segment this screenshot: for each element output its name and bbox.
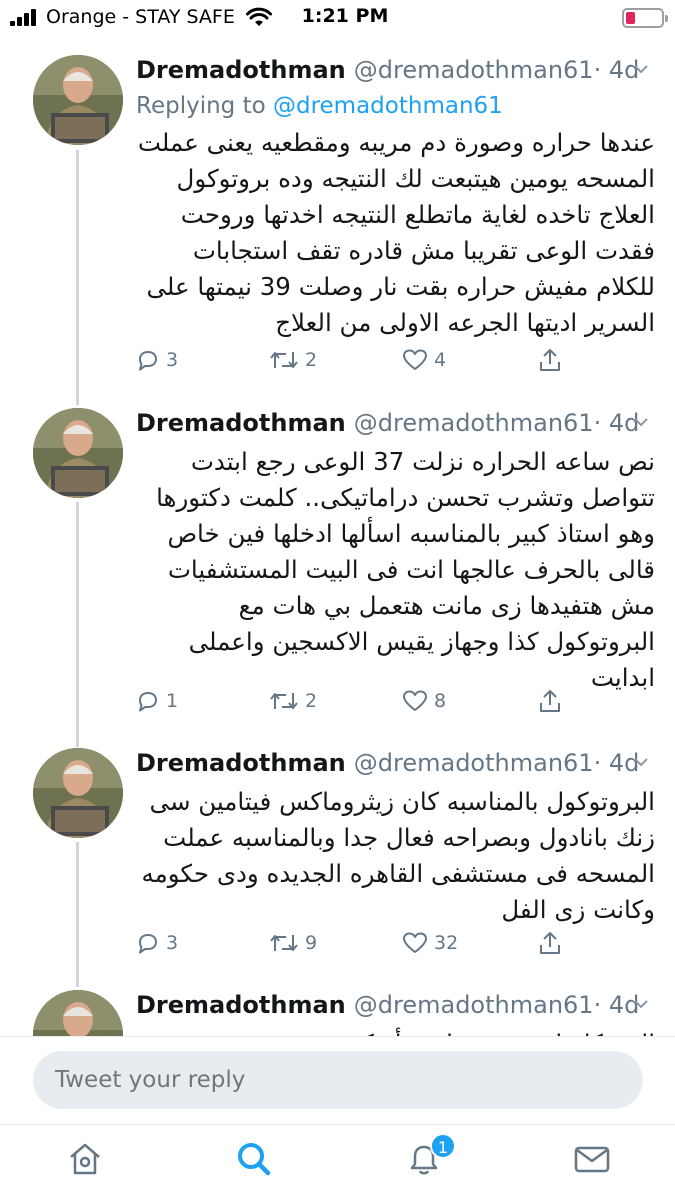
tweet[interactable]: Dremadothman @dremadothman61· 4d Replying… [0, 55, 675, 400]
tweet-text: البروتوكول بالمناسبه كان زيثروماكس فيتام… [141, 787, 655, 924]
status-bar: Orange - STAY SAFE 1:21 PM [0, 0, 675, 40]
display-name[interactable]: Dremadothman [136, 409, 346, 437]
like-count: 8 [434, 690, 447, 712]
like-button[interactable]: 4 [402, 344, 446, 376]
chevron-down-icon[interactable] [633, 754, 649, 770]
avatar[interactable] [33, 55, 123, 145]
retweet-button[interactable]: 9 [269, 927, 317, 959]
reply-count: 3 [166, 349, 179, 371]
notification-badge: 1 [430, 1133, 456, 1159]
heart-icon [403, 690, 427, 711]
reply-button[interactable]: 1 [136, 685, 178, 717]
tweet-header: Dremadothman @dremadothman61· 4d [136, 748, 655, 778]
messages-envelope-icon[interactable] [572, 1139, 612, 1179]
search-icon[interactable] [234, 1139, 274, 1179]
user-handle[interactable]: @dremadothman61 [354, 991, 594, 1019]
share-icon [540, 349, 560, 371]
retweet-icon [270, 352, 298, 368]
battery-icon [622, 8, 668, 28]
avatar[interactable] [33, 748, 123, 838]
avatar[interactable] [33, 408, 123, 498]
like-count: 4 [434, 349, 447, 371]
user-handle[interactable]: @dremadothman61 [354, 56, 594, 84]
display-name[interactable]: Dremadothman [136, 56, 346, 84]
reply-count: 1 [166, 690, 179, 712]
display-name[interactable]: Dremadothman [136, 991, 346, 1019]
share-icon [540, 932, 560, 954]
tweet[interactable]: Dremadothman @dremadothman61· 4d نص ساعه … [0, 408, 675, 738]
avatar[interactable] [33, 990, 123, 1036]
retweet-button[interactable]: 2 [269, 685, 317, 717]
share-icon [540, 690, 560, 712]
share-button[interactable] [538, 344, 562, 376]
replying-to: Replying to @dremadothman61 [136, 93, 655, 119]
replying-to-link[interactable]: @dremadothman61 [273, 93, 503, 119]
reply-button[interactable]: 3 [136, 927, 178, 959]
tweet-text: عندها حراره وصورة دم مريبه ومقطعيه يعنى … [137, 128, 655, 337]
chevron-down-icon[interactable] [633, 61, 649, 77]
reply-count: 3 [166, 932, 179, 954]
like-button[interactable]: 8 [402, 685, 446, 717]
like-count: 32 [434, 932, 459, 954]
reply-button[interactable]: 3 [136, 344, 178, 376]
tweet-header: Dremadothman @dremadothman61· 4d [136, 408, 655, 438]
clock: 1:21 PM [301, 5, 389, 27]
heart-icon [403, 932, 427, 953]
tweet[interactable]: Dremadothman @dremadothman61· 4d البروتوك… [0, 748, 675, 978]
user-handle[interactable]: @dremadothman61 [354, 409, 594, 437]
like-button[interactable]: 32 [402, 927, 458, 959]
tweet-actions: 3 2 4 [136, 344, 656, 376]
chevron-down-icon[interactable] [633, 996, 649, 1012]
retweet-icon [270, 935, 298, 951]
retweet-count: 2 [305, 690, 318, 712]
reply-icon [139, 692, 157, 712]
retweet-count: 2 [305, 349, 318, 371]
tweet-text: المشكلة انى مش عارفه أفتكر ... [136, 1026, 656, 1036]
tweet-header: Dremadothman @dremadothman61· 4d [136, 55, 655, 85]
signal-strength-icon [10, 8, 40, 26]
tweet-actions: 3 9 32 [136, 927, 656, 959]
heart-icon [403, 349, 427, 370]
reply-icon [139, 351, 157, 371]
replying-label: Replying to [136, 93, 266, 119]
retweet-button[interactable]: 2 [269, 344, 317, 376]
retweet-count: 9 [305, 932, 318, 954]
share-button[interactable] [538, 685, 562, 717]
wifi-icon [246, 7, 272, 26]
retweet-icon [270, 693, 298, 709]
display-name[interactable]: Dremadothman [136, 749, 346, 777]
chevron-down-icon[interactable] [633, 414, 649, 430]
tweet-header: Dremadothman @dremadothman61· 4d [136, 990, 655, 1020]
carrier-name: Orange - STAY SAFE [46, 6, 235, 28]
bottom-tab-bar: 1 [0, 1124, 675, 1200]
tweet[interactable]: Dremadothman@dremadothman61· 4d المشكلة … [0, 990, 675, 1036]
reply-bar [0, 1036, 675, 1124]
tweet-reply-input[interactable] [33, 1051, 643, 1109]
share-button[interactable] [538, 927, 562, 959]
tweet-text: نص ساعه الحراره نزلت 37 الوعى رجع ابتدت … [156, 447, 655, 692]
home-icon[interactable] [65, 1139, 105, 1179]
user-handle[interactable]: @dremadothman61 [354, 749, 594, 777]
tweet-actions: 1 2 8 [136, 685, 656, 717]
reply-icon [139, 934, 157, 954]
